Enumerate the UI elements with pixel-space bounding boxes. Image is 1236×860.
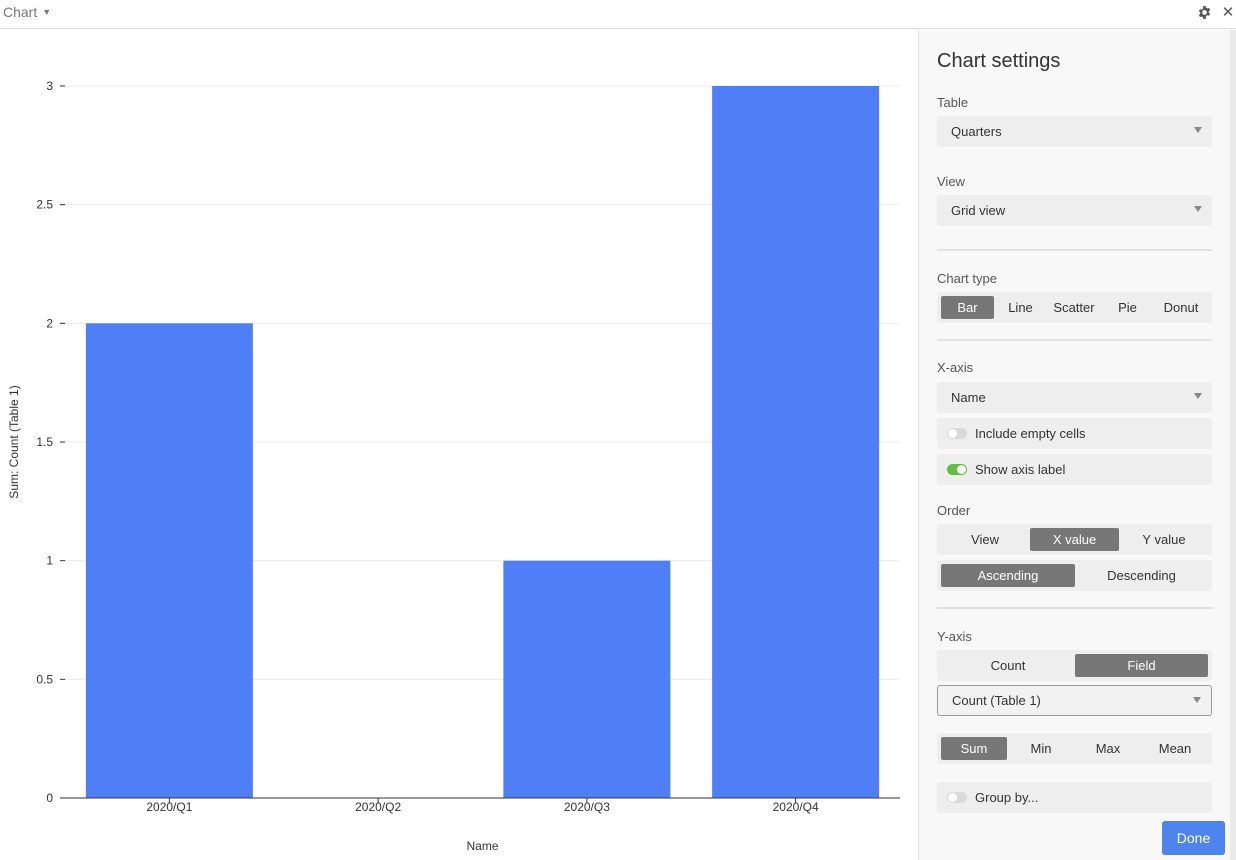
y-tick-label: 3 xyxy=(46,79,53,93)
aggregate-selector: Sum Min Max Mean xyxy=(937,733,1212,764)
y-axis-label: Y-axis xyxy=(937,629,972,644)
order-label: Order xyxy=(937,503,971,518)
x-tick-label: 2020/Q3 xyxy=(564,800,610,814)
y-tick-label: 0.5 xyxy=(36,672,53,686)
y-tick-label: 2 xyxy=(46,316,53,330)
order-by-y-value[interactable]: Y value xyxy=(1120,528,1208,551)
bar xyxy=(85,323,253,798)
divider xyxy=(937,249,1212,251)
order-by-selector: View X value Y value xyxy=(937,524,1212,555)
show-axis-label-toggle[interactable]: Show axis label xyxy=(937,454,1212,485)
order-descending[interactable]: Descending xyxy=(1075,564,1208,587)
x-axis-field-select[interactable]: Name xyxy=(937,382,1212,413)
divider xyxy=(937,339,1212,341)
view-label: View xyxy=(937,174,965,189)
bar xyxy=(712,86,880,798)
show-axis-label-label: Show axis label xyxy=(975,462,1066,477)
view-select[interactable]: Grid view xyxy=(937,195,1212,226)
toggle-switch[interactable] xyxy=(947,792,967,803)
y-axis-mode-field[interactable]: Field xyxy=(1075,654,1208,677)
dropdown-arrow-icon xyxy=(1194,206,1202,212)
panel-scrollbar[interactable] xyxy=(1230,30,1236,860)
y-axis-mode-selector: Count Field xyxy=(937,650,1212,681)
y-tick-label: 1 xyxy=(46,554,53,568)
chart-type-line[interactable]: Line xyxy=(994,296,1047,319)
x-axis-label: X-axis xyxy=(937,360,974,375)
order-by-x-value[interactable]: X value xyxy=(1030,528,1119,551)
top-bar: Chart ▼ ✕ xyxy=(0,0,1236,29)
include-empty-cells-toggle[interactable]: Include empty cells xyxy=(937,418,1212,449)
panel-title: Chart settings xyxy=(937,50,1061,72)
table-label: Table xyxy=(937,95,969,110)
dropdown-arrow-icon xyxy=(1193,697,1201,703)
dropdown-arrow-icon xyxy=(1194,127,1202,133)
order-ascending[interactable]: Ascending xyxy=(941,564,1075,587)
y-axis-field-value: Count (Table 1) xyxy=(952,693,1041,708)
chart-type-bar[interactable]: Bar xyxy=(941,296,994,319)
x-axis-title: Name xyxy=(466,839,498,853)
view-select-value: Grid view xyxy=(951,203,1006,218)
group-by-toggle[interactable]: Group by... xyxy=(937,782,1212,813)
aggregate-sum[interactable]: Sum xyxy=(941,737,1007,760)
bar xyxy=(503,560,671,798)
y-tick-label: 0 xyxy=(46,791,53,805)
x-axis-field-value: Name xyxy=(951,390,986,405)
chart-type-donut[interactable]: Donut xyxy=(1154,296,1208,319)
chart-type-pie[interactable]: Pie xyxy=(1101,296,1154,319)
table-select-value: Quarters xyxy=(951,124,1002,139)
y-axis-field-select[interactable]: Count (Table 1) xyxy=(937,685,1212,716)
app-title-menu[interactable]: Chart ▼ xyxy=(3,4,51,20)
include-empty-cells-label: Include empty cells xyxy=(975,426,1086,441)
close-icon[interactable]: ✕ xyxy=(1220,4,1236,21)
y-axis-mode-count[interactable]: Count xyxy=(941,654,1075,677)
y-tick-label: 2.5 xyxy=(36,198,53,212)
chart-area: 0 0.5 1 1.5 2 2.5 3 2020/Q1 2020/Q2 2020/Q3 2020/Q… xyxy=(0,30,918,860)
chart-type-selector: Bar Line Scatter Pie Donut xyxy=(937,292,1212,323)
y-axis-title: Sum: Count (Table 1) xyxy=(7,385,21,498)
group-by-label: Group by... xyxy=(975,790,1039,805)
toggle-switch[interactable] xyxy=(947,428,967,439)
aggregate-max[interactable]: Max xyxy=(1075,737,1141,760)
chart-type-scatter[interactable]: Scatter xyxy=(1047,296,1101,319)
caret-down-icon: ▼ xyxy=(42,7,52,17)
divider xyxy=(937,607,1212,609)
order-direction-selector: Ascending Descending xyxy=(937,560,1212,591)
aggregate-min[interactable]: Min xyxy=(1008,737,1074,760)
chart-type-label: Chart type xyxy=(937,271,997,286)
bar-chart: 0 0.5 1 1.5 2 2.5 3 2020/Q1 2020/Q2 2020/Q3 2020/Q… xyxy=(7,79,900,853)
done-button[interactable]: Done xyxy=(1162,821,1225,855)
chart-settings-panel: Chart settings Table Quarters View Grid … xyxy=(918,30,1230,860)
app-title: Chart xyxy=(3,4,38,20)
x-tick-label: 2020/Q2 xyxy=(355,800,401,814)
table-select[interactable]: Quarters xyxy=(937,116,1212,147)
x-tick-label: 2020/Q1 xyxy=(146,800,192,814)
gear-icon[interactable] xyxy=(1196,4,1212,20)
x-tick-label: 2020/Q4 xyxy=(773,800,819,814)
dropdown-arrow-icon xyxy=(1194,393,1202,399)
aggregate-mean[interactable]: Mean xyxy=(1142,737,1208,760)
order-by-view[interactable]: View xyxy=(941,528,1029,551)
y-tick-label: 1.5 xyxy=(36,435,53,449)
toggle-switch[interactable] xyxy=(947,464,967,475)
